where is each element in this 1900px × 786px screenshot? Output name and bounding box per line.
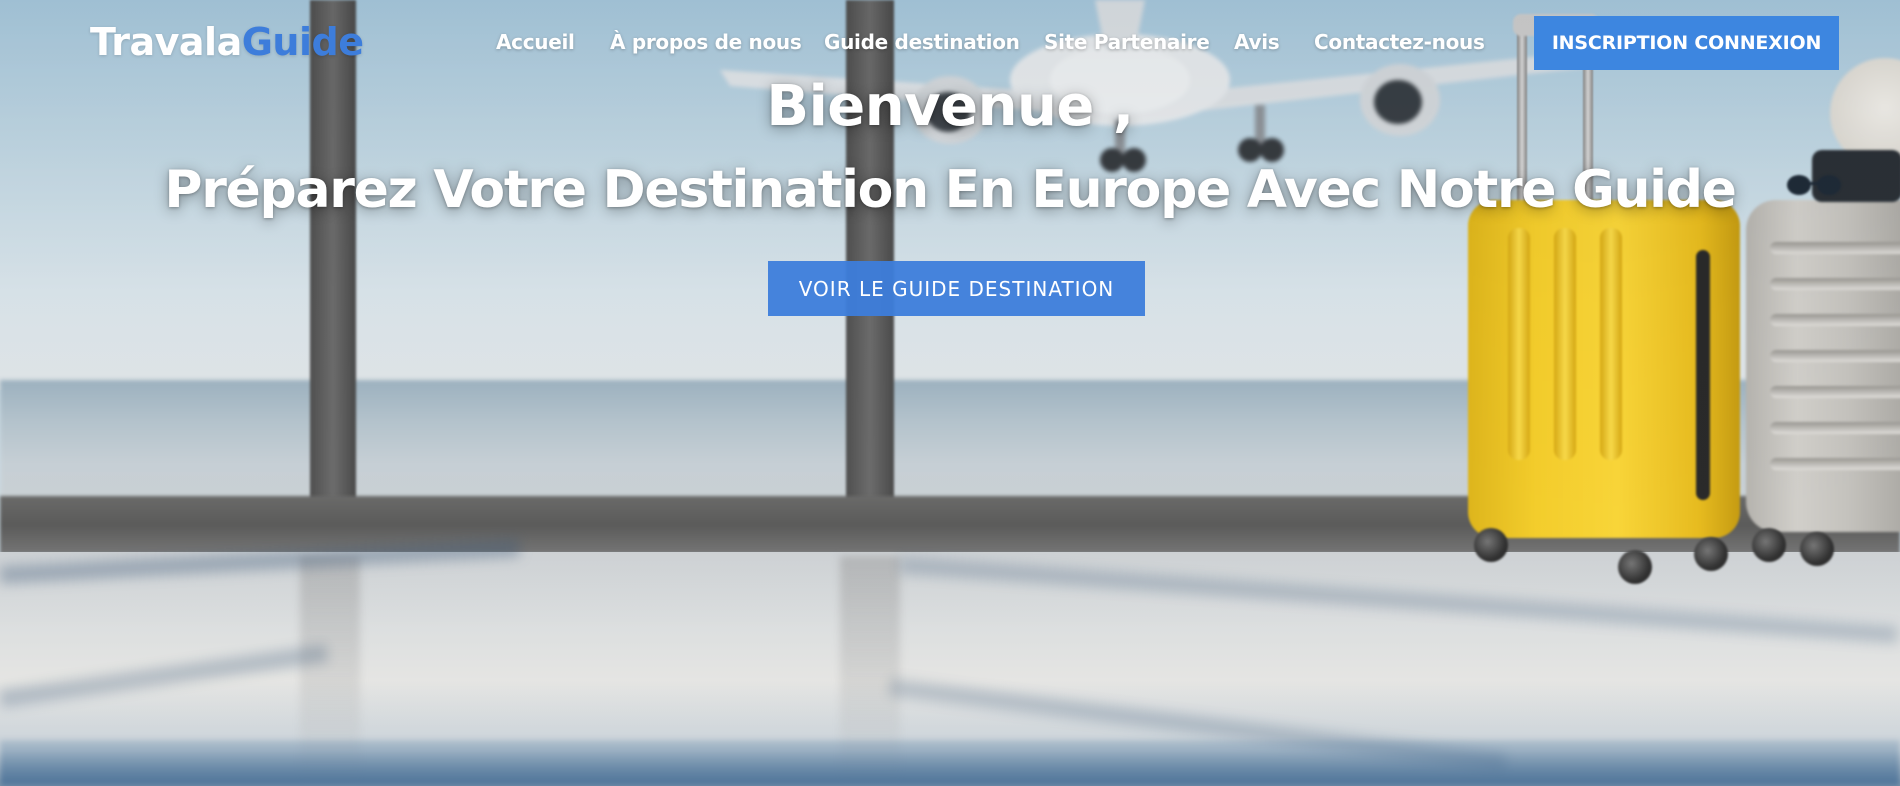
nav-item-guide-destination[interactable]: Guide destination <box>824 30 1020 54</box>
signup-login-button[interactable]: INSCRIPTION CONNEXION <box>1534 16 1839 70</box>
logo-text-guide: Guide <box>241 20 364 64</box>
view-guide-button[interactable]: VOIR LE GUIDE DESTINATION <box>768 261 1145 316</box>
site-logo[interactable]: TravalaGuide <box>90 20 364 64</box>
nav-item-site-partenaire[interactable]: Site Partenaire <box>1044 30 1210 54</box>
nav-item-contactez-nous[interactable]: Contactez-nous <box>1314 30 1485 54</box>
hero-welcome-title: Bienvenue , <box>766 74 1134 139</box>
nav-item-avis[interactable]: Avis <box>1234 30 1280 54</box>
nav-item-accueil[interactable]: Accueil <box>496 30 575 54</box>
logo-text-travala: Travala <box>90 20 242 64</box>
hero-subtitle: Préparez Votre Destination En Europe Ave… <box>164 160 1736 220</box>
hero-section: TravalaGuide Accueil À propos de nous Gu… <box>0 0 1900 786</box>
nav-item-a-propos[interactable]: À propos de nous <box>610 30 802 54</box>
